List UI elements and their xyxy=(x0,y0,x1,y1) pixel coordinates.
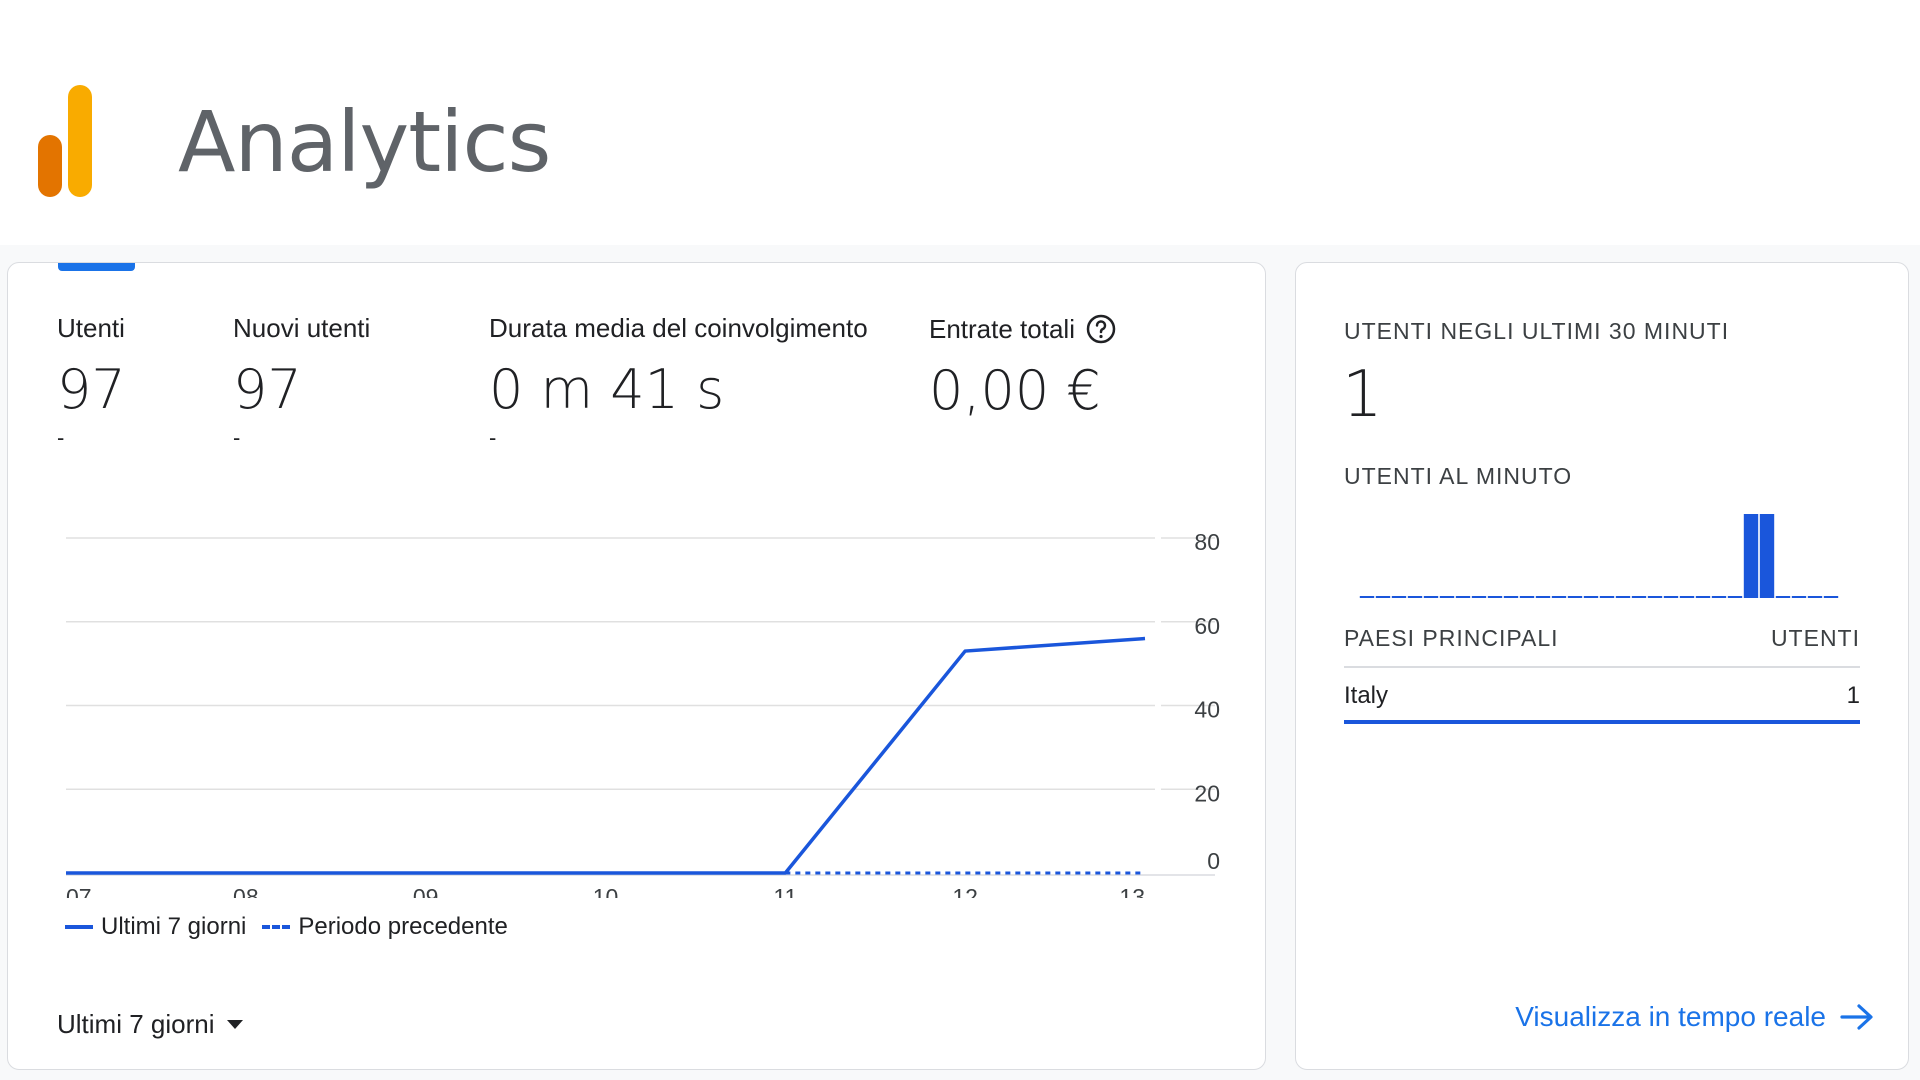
legend-label: Ultimi 7 giorni xyxy=(101,913,247,940)
date-range-label: Ultimi 7 giorni xyxy=(57,1009,215,1039)
per-minute-bar xyxy=(1391,596,1407,598)
per-minute-bar xyxy=(1535,596,1551,598)
per-minute-bar xyxy=(1807,596,1823,598)
metric-label: Utenti xyxy=(57,313,125,343)
metric-change: - xyxy=(233,425,241,450)
x-tick-label: 12 xyxy=(952,884,978,898)
per-minute-bar xyxy=(1567,596,1583,598)
y-tick-label: 0 xyxy=(1207,848,1220,874)
x-tick-label: 09 xyxy=(413,884,439,898)
legend-dashed-swatch xyxy=(262,925,291,929)
per-minute-bar xyxy=(1727,596,1743,598)
metric-value: 0 m 41 s xyxy=(489,358,725,421)
per-minute-bar xyxy=(1823,596,1839,598)
metric-value: 0,00 € xyxy=(929,359,1101,422)
table-header: PAESI PRINCIPALI UTENTI xyxy=(1344,625,1860,668)
per-minute-bar xyxy=(1743,514,1759,598)
arrow-right-icon xyxy=(1840,1004,1873,1030)
metric-total-revenue[interactable]: Entrate totali 0,00 € xyxy=(929,313,1117,422)
per-minute-bar xyxy=(1647,596,1663,598)
analytics-logo-icon xyxy=(38,85,92,197)
per-minute-bar-chart xyxy=(1359,514,1839,598)
realtime-value: 1 xyxy=(1342,358,1383,432)
metric-label: Durata media del coinvolgimento xyxy=(489,313,868,343)
per-minute-bar xyxy=(1423,596,1439,598)
per-minute-bar xyxy=(1583,596,1599,598)
per-minute-bar xyxy=(1439,596,1455,598)
table-row[interactable]: Italy 1 xyxy=(1344,668,1860,724)
per-minute-bar xyxy=(1711,596,1727,598)
top-countries-table: PAESI PRINCIPALI UTENTI Italy 1 xyxy=(1344,625,1860,724)
per-minute-bar xyxy=(1503,596,1519,598)
per-minute-bar xyxy=(1375,596,1391,598)
legend-solid-swatch xyxy=(65,925,93,929)
per-minute-bar xyxy=(1615,596,1631,598)
x-tick-label: 10 xyxy=(593,884,619,898)
y-tick-label: 80 xyxy=(1194,529,1220,555)
per-minute-bar xyxy=(1487,596,1503,598)
y-tick-label: 60 xyxy=(1194,613,1220,639)
help-icon[interactable] xyxy=(1085,313,1117,345)
chart-legend: Ultimi 7 giorni Periodo precedente xyxy=(65,913,524,941)
column-header-users: UTENTI xyxy=(1770,625,1860,651)
x-tick-label: 13 xyxy=(1119,884,1145,898)
series-line-current xyxy=(66,636,1146,875)
per-minute-bar xyxy=(1599,596,1615,598)
metric-users[interactable]: Utenti 97 - xyxy=(57,313,126,451)
per-minute-bar xyxy=(1759,514,1775,598)
per-minute-bar xyxy=(1455,596,1471,598)
metric-value: 97 xyxy=(57,358,126,421)
legend-item-previous: Periodo precedente xyxy=(262,913,508,941)
per-minute-bar xyxy=(1775,596,1791,598)
metric-value: 97 xyxy=(233,358,302,421)
per-minute-bar xyxy=(1631,596,1647,598)
metric-label-row: Entrate totali xyxy=(929,313,1117,345)
per-minute-bar xyxy=(1791,596,1807,598)
per-minute-bar xyxy=(1359,596,1375,598)
metric-new-users[interactable]: Nuovi utenti 97 - xyxy=(233,313,370,451)
realtime-title: UTENTI NEGLI ULTIMI 30 MINUTI xyxy=(1344,318,1730,344)
y-tick-label: 20 xyxy=(1194,780,1220,806)
per-minute-bar xyxy=(1663,596,1679,598)
date-range-dropdown[interactable]: Ultimi 7 giorni xyxy=(57,1009,243,1040)
column-header-country: PAESI PRINCIPALI xyxy=(1344,625,1559,651)
per-minute-bar xyxy=(1679,596,1695,598)
view-realtime-link[interactable]: Visualizza in tempo reale xyxy=(1515,1001,1874,1033)
realtime-card: UTENTI NEGLI ULTIMI 30 MINUTI 1 UTENTI A… xyxy=(1295,262,1909,1070)
country-cell: Italy xyxy=(1344,682,1389,709)
active-tab-indicator xyxy=(58,263,135,271)
x-tick-label: 11 xyxy=(773,884,797,898)
per-minute-bar xyxy=(1695,596,1711,598)
app-header: Analytics xyxy=(0,0,1920,245)
per-minute-bar xyxy=(1407,596,1423,598)
caret-down-icon xyxy=(226,1020,243,1029)
per-minute-bar xyxy=(1471,596,1487,598)
metric-label: Nuovi utenti xyxy=(233,313,371,343)
view-realtime-label: Visualizza in tempo reale xyxy=(1515,1001,1826,1032)
y-tick-label: 40 xyxy=(1194,697,1220,723)
per-minute-bar xyxy=(1519,596,1535,598)
metric-engagement-time[interactable]: Durata media del coinvolgimento 0 m 41 s… xyxy=(489,313,868,451)
x-tick-label: 07 xyxy=(66,884,92,898)
metric-change: - xyxy=(489,425,497,450)
legend-label: Periodo precedente xyxy=(298,913,508,940)
per-minute-bar xyxy=(1551,596,1567,598)
metric-label: Entrate totali xyxy=(929,313,1075,344)
app-title: Analytics xyxy=(178,93,551,191)
x-tick-label: 08 xyxy=(233,884,259,898)
users-line-chart: 80604020007080910111213giu xyxy=(66,529,1220,898)
metric-change: - xyxy=(57,425,65,450)
legend-item-current: Ultimi 7 giorni xyxy=(65,913,246,941)
per-minute-label: UTENTI AL MINUTO xyxy=(1344,463,1573,489)
users-cell: 1 xyxy=(1846,682,1860,709)
overview-card: Utenti 97 - Nuovi utenti 97 - Durata med… xyxy=(7,262,1266,1070)
